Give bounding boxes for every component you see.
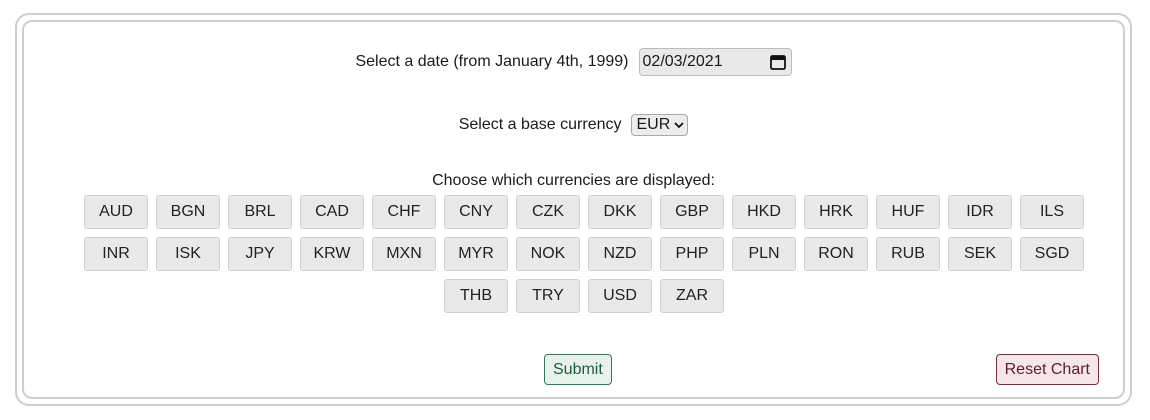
currency-toggle-zar[interactable]: ZAR	[660, 279, 724, 313]
currency-toggle-cad[interactable]: CAD	[300, 195, 364, 229]
currency-toggle-idr[interactable]: IDR	[948, 195, 1012, 229]
currency-choice-label: Choose which currencies are displayed:	[432, 172, 715, 189]
currency-toggle-php[interactable]: PHP	[660, 237, 724, 271]
currency-toggle-huf[interactable]: HUF	[876, 195, 940, 229]
currency-toggle-mxn[interactable]: MXN	[372, 237, 436, 271]
currency-toggle-isk[interactable]: ISK	[156, 237, 220, 271]
currency-toggle-ils[interactable]: ILS	[1020, 195, 1084, 229]
currency-toggle-sgd[interactable]: SGD	[1020, 237, 1084, 271]
currency-toggle-usd[interactable]: USD	[588, 279, 652, 313]
form-container: Select a date (from January 4th, 1999) 0…	[22, 20, 1125, 399]
currency-toggle-jpy[interactable]: JPY	[228, 237, 292, 271]
currency-toggle-myr[interactable]: MYR	[444, 237, 508, 271]
date-input[interactable]: 02/03/2021	[638, 48, 792, 76]
currency-toggle-bgn[interactable]: BGN	[156, 195, 220, 229]
currency-toggle-sek[interactable]: SEK	[948, 237, 1012, 271]
calendar-icon[interactable]	[769, 53, 787, 71]
date-value: 02/03/2021	[642, 53, 723, 70]
currency-toggle-krw[interactable]: KRW	[300, 237, 364, 271]
currency-toggle-nzd[interactable]: NZD	[588, 237, 652, 271]
currency-toggle-ron[interactable]: RON	[804, 237, 868, 271]
currency-toggle-group: AUD BGN BRL CAD CHF CNY CZK DKK GBP HKD HRK HUF IDR I…	[79, 195, 1089, 313]
currency-toggle-hkd[interactable]: HKD	[732, 195, 796, 229]
currency-toggle-try[interactable]: TRY	[516, 279, 580, 313]
base-currency-row: Select a base currency EUR	[24, 114, 1123, 136]
currency-toggle-inr[interactable]: INR	[84, 237, 148, 271]
currency-toggle-dkk[interactable]: DKK	[588, 195, 652, 229]
currency-toggle-thb[interactable]: THB	[444, 279, 508, 313]
base-currency-value: EUR	[636, 116, 671, 133]
reset-chart-button[interactable]: Reset Chart	[995, 354, 1099, 385]
date-row: Select a date (from January 4th, 1999) 0…	[24, 48, 1123, 76]
currency-toggle-rub[interactable]: RUB	[876, 237, 940, 271]
base-currency-select[interactable]: EUR	[631, 114, 689, 136]
base-currency-label: Select a base currency	[458, 116, 622, 133]
currency-toggle-brl[interactable]: BRL	[228, 195, 292, 229]
currency-toggle-aud[interactable]: AUD	[84, 195, 148, 229]
form-frame: Select a date (from January 4th, 1999) 0…	[15, 13, 1132, 406]
currency-toggle-czk[interactable]: CZK	[516, 195, 580, 229]
chevron-down-icon	[674, 122, 684, 129]
date-label: Select a date (from January 4th, 1999)	[355, 53, 629, 70]
currency-toggle-nok[interactable]: NOK	[516, 237, 580, 271]
currency-toggle-gbp[interactable]: GBP	[660, 195, 724, 229]
currency-toggle-cny[interactable]: CNY	[444, 195, 508, 229]
submit-button[interactable]: Submit	[544, 354, 612, 385]
currency-toggle-chf[interactable]: CHF	[372, 195, 436, 229]
currency-toggle-pln[interactable]: PLN	[732, 237, 796, 271]
currency-toggle-hrk[interactable]: HRK	[804, 195, 868, 229]
